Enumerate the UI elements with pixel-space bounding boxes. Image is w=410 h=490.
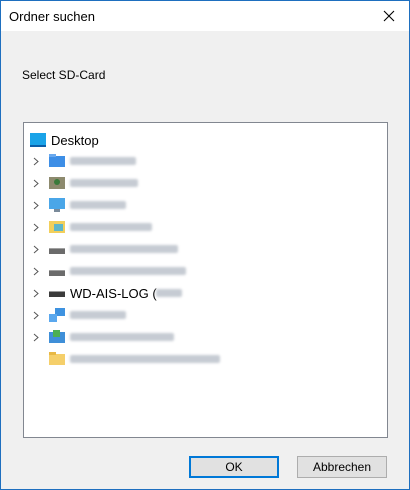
dialog-description: Select SD-Card	[22, 68, 106, 82]
tree-item-label	[70, 267, 186, 275]
control-panel-icon	[49, 330, 65, 343]
tree-item[interactable]	[24, 327, 384, 347]
tree-item-wd-ais-log[interactable]: WD-AIS-LOG (	[24, 283, 384, 303]
tree-item-label: WD-AIS-LOG (	[70, 286, 157, 301]
drive-icon	[49, 270, 65, 276]
tree-item-label-hidden	[156, 289, 182, 297]
tree-item-label	[70, 201, 126, 209]
tree-item-label	[70, 333, 174, 341]
tree-item-label	[70, 179, 138, 187]
desktop-icon	[30, 133, 46, 147]
close-button[interactable]	[369, 1, 409, 31]
tree-item[interactable]	[24, 261, 384, 281]
chevron-right-icon[interactable]	[31, 200, 41, 210]
network-icon	[49, 308, 65, 322]
tree-item-label	[70, 223, 152, 231]
tree-item[interactable]	[24, 151, 384, 171]
tree-item-label	[70, 157, 136, 165]
tree-item[interactable]	[24, 195, 384, 215]
user-folder-icon	[49, 177, 65, 189]
computer-icon	[49, 198, 65, 212]
chevron-right-icon[interactable]	[31, 266, 41, 276]
chevron-right-icon[interactable]	[31, 310, 41, 320]
blue-folder-icon	[49, 154, 65, 167]
chevron-right-icon[interactable]	[31, 178, 41, 188]
chevron-right-icon[interactable]	[31, 156, 41, 166]
tree-item[interactable]	[24, 173, 384, 193]
libraries-icon	[49, 221, 65, 233]
usb-drive-icon	[49, 291, 65, 297]
window-title: Ordner suchen	[9, 9, 95, 24]
tree-item-label: Desktop	[51, 133, 99, 148]
folder-tree[interactable]: Desktop WD-AIS-LOG (	[23, 122, 388, 438]
title-bar: Ordner suchen	[1, 1, 409, 31]
chevron-right-icon[interactable]	[31, 288, 41, 298]
drive-icon	[49, 248, 65, 254]
tree-item-label	[70, 245, 178, 253]
chevron-right-icon[interactable]	[31, 332, 41, 342]
tree-item-label	[70, 355, 220, 363]
tree-item[interactable]	[24, 305, 384, 325]
chevron-right-icon[interactable]	[31, 222, 41, 232]
tree-item[interactable]	[24, 217, 384, 237]
tree-item-desktop[interactable]: Desktop	[24, 130, 384, 150]
folder-browser-dialog: Ordner suchen Select SD-Card Desktop WD-…	[0, 0, 410, 490]
tree-item[interactable]	[24, 239, 384, 259]
chevron-right-icon[interactable]	[31, 244, 41, 254]
tree-item-label	[70, 311, 126, 319]
cancel-button[interactable]: Abbrechen	[297, 456, 387, 478]
close-icon	[383, 10, 395, 22]
ok-button[interactable]: OK	[189, 456, 279, 478]
yellow-folder-icon	[49, 352, 65, 365]
tree-item[interactable]	[24, 349, 384, 369]
